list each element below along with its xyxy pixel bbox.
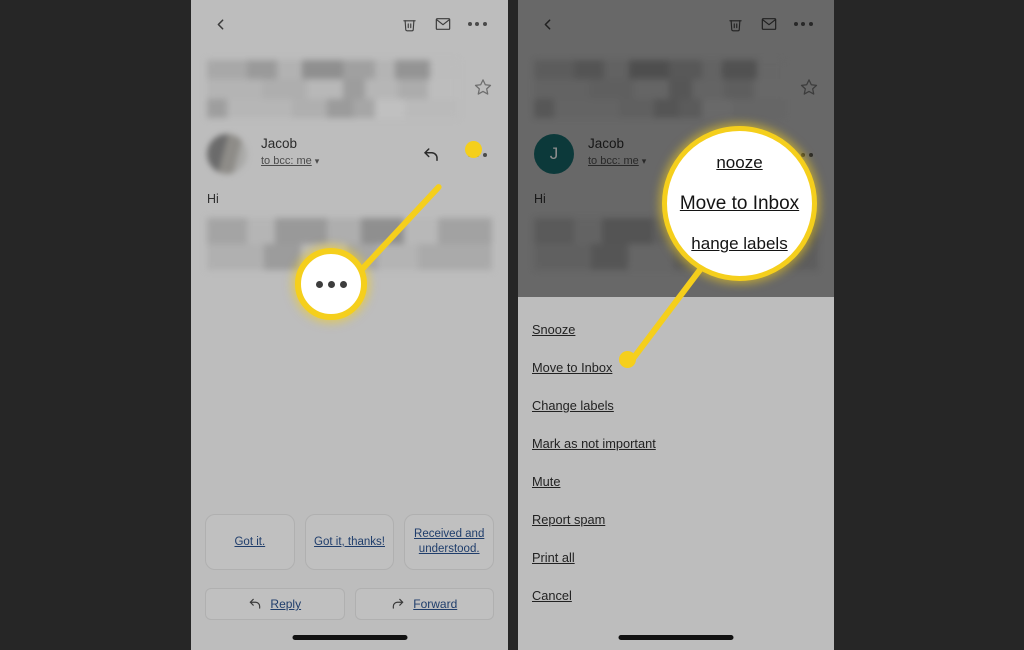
back-icon[interactable] <box>530 7 564 41</box>
overflow-dots <box>467 22 487 26</box>
overflow-bottom-sheet: Snooze Move to Inbox Change labels Mark … <box>518 297 834 650</box>
back-icon[interactable] <box>203 7 237 41</box>
star-outline-icon[interactable] <box>800 78 818 101</box>
trash-icon[interactable] <box>392 7 426 41</box>
trash-icon[interactable] <box>718 7 752 41</box>
left-appbar <box>191 0 508 48</box>
forward-button[interactable]: Forward <box>354 588 494 620</box>
left-phone-screen: Jacob to bcc: me ▾ Hi Got it. Got it, th… <box>191 0 508 650</box>
sheet-item-label: Mark as not important <box>532 436 656 451</box>
chevron-down-icon: ▾ <box>641 156 647 166</box>
smart-reply-chip[interactable]: Got it, thanks! <box>304 514 395 570</box>
sheet-item-label: Cancel <box>532 588 572 603</box>
magnified-menu: nooze Move to Inbox hange labels <box>667 152 812 254</box>
avatar-initial: J <box>549 144 559 163</box>
smart-reply-chips: Got it. Got it, thanks! Received and und… <box>191 514 508 570</box>
sheet-item-snooze[interactable]: Snooze <box>518 311 834 349</box>
sender-text: Jacob to bcc: me ▾ <box>261 134 414 169</box>
reply-label: Reply <box>270 597 302 611</box>
home-indicator <box>618 635 734 640</box>
home-indicator <box>292 635 407 640</box>
reply-button[interactable]: Reply <box>205 588 345 620</box>
subject-area <box>191 48 508 118</box>
sheet-item-label: Mute <box>532 474 561 489</box>
envelope-icon[interactable] <box>752 7 786 41</box>
forward-label: Forward <box>413 597 458 611</box>
message-actions <box>414 134 494 172</box>
sheet-item-label: Report spam <box>532 512 606 527</box>
recipients-label: to bcc: me <box>588 155 639 167</box>
magnifier-callout-right: nooze Move to Inbox hange labels <box>662 126 817 281</box>
sheet-item-cancel[interactable]: Cancel <box>518 577 834 615</box>
sheet-item-label: Change labels <box>532 398 614 413</box>
recipients-toggle[interactable]: to bcc: me ▾ <box>588 155 646 167</box>
sender-name: Jacob <box>261 136 298 151</box>
smart-reply-chip[interactable]: Received and understood. <box>404 514 495 570</box>
avatar <box>207 134 247 174</box>
reply-forward-bar: Reply Forward <box>191 588 508 620</box>
chevron-down-icon: ▾ <box>314 156 320 166</box>
chip-label: Got it, thanks! <box>314 535 385 548</box>
redacted-subject <box>534 60 784 118</box>
sheet-item-print-all[interactable]: Print all <box>518 539 834 577</box>
overflow-dots <box>793 22 813 26</box>
sheet-item-label: Snooze <box>532 322 576 337</box>
redacted-subject <box>207 60 458 118</box>
reply-arrow-icon <box>250 598 261 609</box>
sender-row: Jacob to bcc: me ▾ <box>191 118 508 174</box>
magnified-more-horizontal-icon <box>315 280 347 288</box>
magnified-item-focus: Move to Inbox <box>679 192 800 214</box>
smart-reply-chip[interactable]: Got it. <box>205 514 295 570</box>
avatar: J <box>534 134 574 174</box>
more-horizontal-icon[interactable] <box>786 7 820 41</box>
sheet-item-label: Move to Inbox <box>532 360 613 375</box>
chip-label: Received and understood. <box>414 528 485 555</box>
star-outline-icon[interactable] <box>474 78 492 101</box>
chip-label: Got it. <box>234 535 266 548</box>
magnified-item-below: hange labels <box>691 234 788 254</box>
reply-arrow-icon[interactable] <box>414 138 448 172</box>
recipients-toggle[interactable]: to bcc: me ▾ <box>261 155 319 167</box>
sheet-item-change-labels[interactable]: Change labels <box>518 387 834 425</box>
sheet-item-mute[interactable]: Mute <box>518 463 834 501</box>
sheet-item-report-spam[interactable]: Report spam <box>518 501 834 539</box>
magnified-item-above: nooze <box>716 152 763 172</box>
callout-target-dot-left <box>465 141 482 158</box>
callout-target-dot-right <box>619 351 636 368</box>
sheet-item-mark-as-not-important[interactable]: Mark as not important <box>518 425 834 463</box>
magnifier-callout-left <box>295 248 367 320</box>
sheet-item-label: Print all <box>532 550 575 565</box>
more-horizontal-icon[interactable] <box>460 7 494 41</box>
sheet-item-move-to-inbox[interactable]: Move to Inbox <box>518 349 834 387</box>
right-appbar <box>518 0 834 48</box>
right-phone-screen: J Jacob to bcc: me ▾ Hi Snooze Move to I… <box>518 0 834 650</box>
screenshot-canvas: Jacob to bcc: me ▾ Hi Got it. Got it, th… <box>0 0 1024 650</box>
forward-arrow-icon <box>392 598 404 609</box>
subject-area <box>518 48 834 118</box>
envelope-icon[interactable] <box>426 7 460 41</box>
message-greeting: Hi <box>207 192 219 206</box>
recipients-label: to bcc: me <box>261 155 312 167</box>
